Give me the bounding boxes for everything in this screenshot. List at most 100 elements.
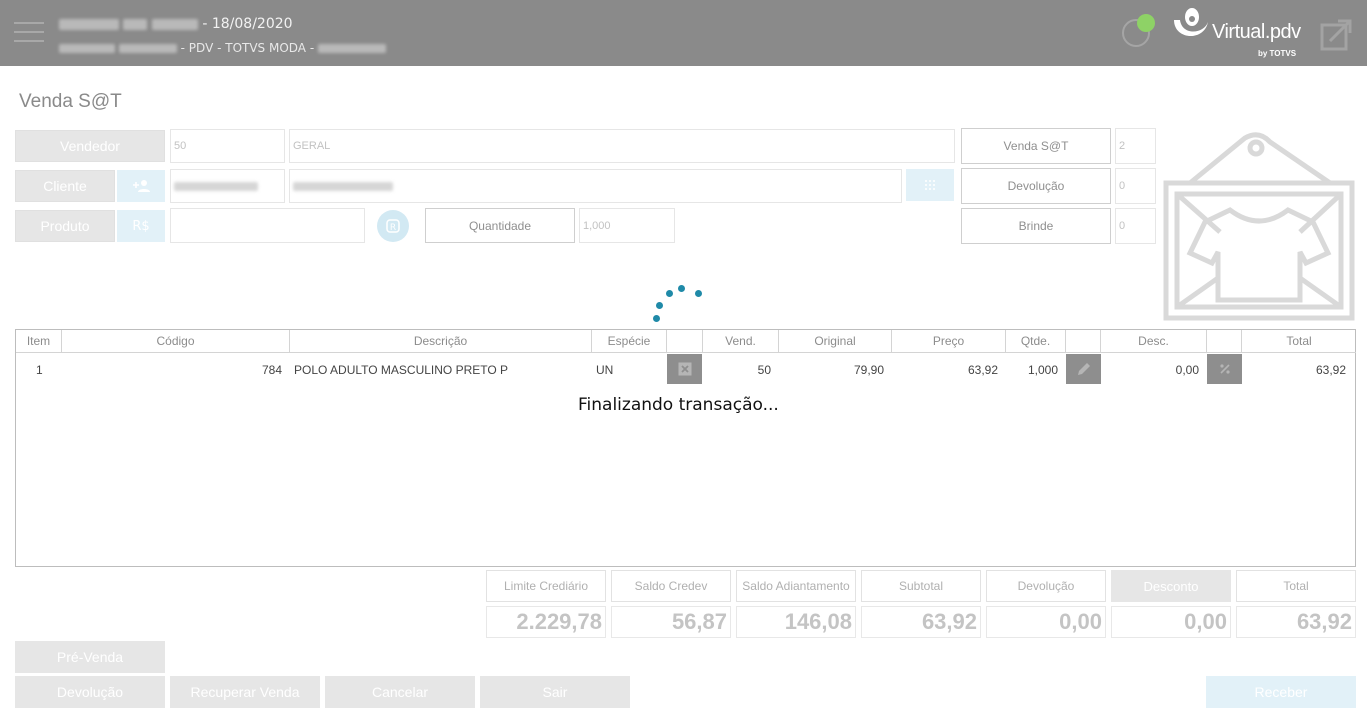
quantidade-field[interactable]: 1,000 (579, 208, 675, 243)
spinner-dot (695, 290, 702, 297)
brinde-counter-label: Brinde (961, 208, 1111, 244)
cell-qtde: 1,000 (1027, 362, 1058, 377)
r-circle-button[interactable]: R (377, 210, 409, 242)
header-subtitle: - PDV - TOTVS MODA - (59, 41, 386, 55)
spinner-dot (666, 290, 673, 297)
status-online-indicator (1137, 14, 1155, 32)
delete-item-button[interactable] (667, 354, 702, 384)
devolucao-total-value: 0,00 (986, 606, 1106, 638)
logo-text: Virtual.pdv (1212, 21, 1301, 43)
expand-icon[interactable] (1320, 17, 1354, 51)
recuperar-venda-button[interactable]: Recuperar Venda (170, 676, 320, 708)
devolucao-counter-label: Devolução (961, 168, 1111, 204)
header-date: - 18/08/2020 (202, 16, 293, 32)
total-value: 63,92 (1236, 606, 1356, 638)
limite-crediario-label: Limite Crediário (486, 570, 606, 602)
redacted-text (59, 44, 115, 53)
percent-icon (1219, 364, 1230, 374)
cell-total: 63,92 (1315, 362, 1346, 377)
saldo-adiantamento-value: 146,08 (736, 606, 856, 638)
cell-especie: UN (596, 362, 614, 377)
spinner-dot (678, 285, 685, 292)
produto-button[interactable]: Produto (15, 210, 115, 242)
edit-icon (1077, 363, 1090, 375)
saldo-credev-label: Saldo Credev (611, 570, 731, 602)
devolucao-button[interactable]: Devolução (15, 676, 165, 708)
vendedor-name-field: GERAL (289, 129, 955, 163)
venda-sat-counter-label: Venda S@T (961, 128, 1111, 164)
cell-descricao: POLO ADULTO MASCULINO PRETO P (294, 362, 509, 377)
redacted-text (123, 18, 148, 30)
cliente-code-field[interactable] (170, 169, 285, 203)
cliente-name-field (289, 169, 902, 203)
brinde-counter-value: 0 (1115, 208, 1156, 244)
edit-item-button[interactable] (1066, 354, 1101, 384)
col-header-total[interactable]: Total (1242, 330, 1356, 353)
col-header-original[interactable]: Original (779, 330, 892, 353)
col-header-action3 (1207, 330, 1242, 353)
keypad-button[interactable] (906, 169, 954, 201)
receber-button[interactable]: Receber (1206, 676, 1356, 708)
header-title: - 18/08/2020 (59, 16, 293, 32)
header-subtitle-text: - PDV - TOTVS MODA - (180, 41, 315, 55)
sair-button[interactable]: Sair (480, 676, 630, 708)
col-header-codigo[interactable]: Código (62, 330, 290, 353)
cliente-button[interactable]: Cliente (15, 170, 115, 202)
devolucao-counter-value: 0 (1115, 168, 1156, 204)
logo-subtext: by TOTVS (1258, 49, 1297, 58)
col-header-qtde[interactable]: Qtde. (1006, 330, 1066, 353)
redacted-text (318, 44, 386, 53)
items-table: Item Código Descrição Espécie Vend. Orig… (15, 329, 1356, 567)
vendedor-code-field[interactable]: 50 (170, 129, 285, 163)
redacted-text (174, 181, 258, 191)
app-header (0, 0, 1367, 66)
limite-crediario-value: 2.229,78 (486, 606, 606, 638)
delete-icon (678, 362, 691, 376)
subtotal-value: 63,92 (861, 606, 981, 638)
col-header-especie[interactable]: Espécie (592, 330, 667, 353)
cell-vend: 50 (757, 362, 771, 377)
menu-icon[interactable] (14, 22, 44, 42)
cell-desc: 0,00 (1175, 362, 1199, 377)
total-label: Total (1236, 570, 1356, 602)
vendedor-button[interactable]: Vendedor (15, 130, 165, 162)
devolucao-total-label: Devolução (986, 570, 1106, 602)
cell-preco: 63,92 (967, 362, 998, 377)
add-user-icon (133, 180, 150, 192)
produto-field[interactable] (170, 208, 365, 243)
svg-text:R: R (390, 223, 396, 233)
cell-original: 79,90 (853, 362, 884, 377)
cell-item: 1 (36, 362, 43, 377)
keypad-icon (925, 180, 935, 190)
redacted-text (151, 18, 198, 30)
redacted-text (293, 181, 393, 191)
loading-message: Finalizando transação... (578, 395, 779, 415)
add-client-button[interactable] (117, 170, 165, 202)
venda-sat-counter-value: 2 (1115, 128, 1156, 164)
desconto-button[interactable]: Desconto (1111, 570, 1231, 602)
discount-item-button[interactable] (1207, 354, 1242, 384)
currency-button[interactable]: R$ (117, 210, 165, 242)
col-header-item[interactable]: Item (16, 330, 62, 353)
clothing-tag-icon (1163, 132, 1355, 321)
page-title: Venda S@T (19, 91, 122, 112)
logo-icon (1174, 8, 1208, 37)
col-header-preco[interactable]: Preço (892, 330, 1006, 353)
quantidade-button[interactable]: Quantidade (425, 208, 575, 243)
redacted-text (118, 44, 177, 53)
cancelar-button[interactable]: Cancelar (325, 676, 475, 708)
cell-codigo: 784 (261, 362, 282, 377)
saldo-credev-value: 56,87 (611, 606, 731, 638)
spinner-dot (653, 315, 660, 322)
col-header-descricao[interactable]: Descrição (290, 330, 592, 353)
saldo-adiantamento-label: Saldo Adiantamento (736, 570, 856, 602)
col-header-desc[interactable]: Desc. (1101, 330, 1207, 353)
r-circle-icon: R (386, 219, 400, 233)
desconto-value: 0,00 (1111, 606, 1231, 638)
col-header-vend[interactable]: Vend. (703, 330, 779, 353)
spinner-dot (656, 302, 663, 309)
redacted-text (59, 18, 119, 30)
pre-venda-button[interactable]: Pré-Venda (15, 641, 165, 673)
col-header-action2 (1066, 330, 1101, 353)
col-header-action1 (667, 330, 703, 353)
